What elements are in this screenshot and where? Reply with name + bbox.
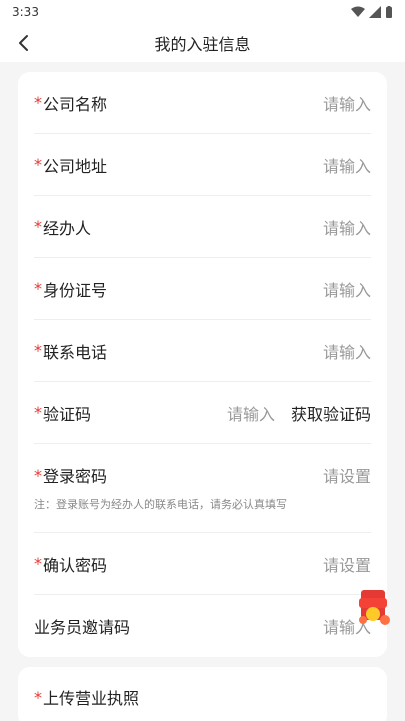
required-mark: *: [34, 279, 42, 298]
login-password-input[interactable]: 请设置: [323, 463, 371, 487]
id-number-label: 身份证号: [43, 280, 108, 300]
required-mark: *: [34, 465, 42, 485]
company-address-row[interactable]: * 公司地址 请输入: [34, 134, 371, 196]
required-mark: *: [34, 403, 42, 422]
status-bar: 3:33: [0, 0, 405, 24]
red-envelope-float[interactable]: [355, 584, 393, 628]
agent-input[interactable]: 请输入: [323, 215, 371, 239]
verify-code-input[interactable]: 请输入: [227, 401, 275, 425]
login-password-label: 登录密码: [43, 467, 108, 486]
phone-input[interactable]: 请输入: [323, 339, 371, 363]
company-address-input[interactable]: 请输入: [323, 153, 371, 177]
upload-license-label: 上传营业执照: [43, 689, 140, 708]
company-address-label: 公司地址: [43, 156, 108, 176]
upload-card[interactable]: * 上传营业执照: [18, 667, 387, 721]
wifi-icon: [351, 6, 365, 17]
confirm-password-row[interactable]: * 确认密码 请设置: [34, 533, 371, 595]
battery-icon: [386, 6, 392, 18]
agent-label: 经办人: [43, 218, 92, 238]
confirm-password-input[interactable]: 请设置: [323, 552, 371, 576]
required-mark: *: [34, 341, 42, 360]
required-mark: *: [34, 554, 42, 573]
get-code-button[interactable]: 获取验证码: [291, 401, 371, 425]
verify-code-label: 验证码: [43, 404, 92, 424]
company-name-input[interactable]: 请输入: [323, 91, 371, 115]
phone-label: 联系电话: [43, 342, 108, 362]
company-name-label: 公司名称: [43, 94, 108, 114]
phone-row[interactable]: * 联系电话 请输入: [34, 320, 371, 382]
company-name-row[interactable]: * 公司名称 请输入: [34, 72, 371, 134]
id-number-row[interactable]: * 身份证号 请输入: [34, 258, 371, 320]
status-time: 3:33: [12, 5, 39, 19]
invite-code-row[interactable]: 业务员邀请码 请输入: [34, 595, 371, 657]
login-password-note: 注：登录账号为经办人的联系电话，请务必认真填写: [34, 498, 287, 511]
status-icons: [351, 6, 393, 18]
back-button[interactable]: [10, 30, 36, 56]
verify-code-row: * 验证码 请输入 获取验证码: [34, 382, 371, 444]
required-mark: *: [34, 155, 42, 174]
invite-code-label: 业务员邀请码: [34, 618, 131, 637]
required-mark: *: [34, 687, 42, 707]
signal-icon: [369, 6, 381, 18]
form-card: * 公司名称 请输入 * 公司地址 请输入 * 经办人 请输入 * 身份证号 请输入 *…: [18, 72, 387, 657]
back-arrow-icon: [19, 35, 28, 51]
required-mark: *: [34, 217, 42, 236]
login-password-row[interactable]: * 登录密码 请设置 注：登录账号为经办人的联系电话，请务必认真填写: [34, 444, 371, 533]
agent-row[interactable]: * 经办人 请输入: [34, 196, 371, 258]
red-envelope-icon: [359, 590, 390, 625]
required-mark: *: [34, 93, 42, 112]
confirm-password-label: 确认密码: [43, 555, 108, 575]
nav-bar: 我的入驻信息: [0, 24, 405, 62]
page-title: 我的入驻信息: [154, 35, 251, 54]
id-number-input[interactable]: 请输入: [323, 277, 371, 301]
